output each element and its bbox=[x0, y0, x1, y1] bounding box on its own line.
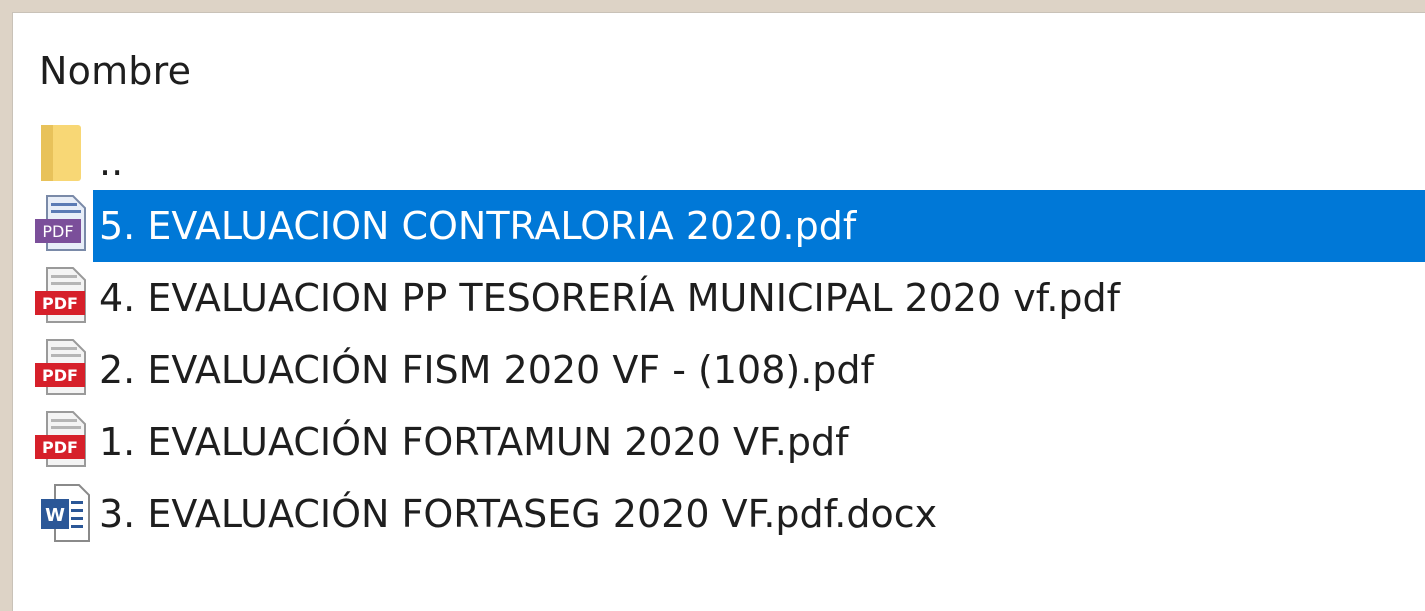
file-name: 1. EVALUACIÓN FORTAMUN 2020 VF.pdf bbox=[99, 420, 849, 464]
file-name: 2. EVALUACIÓN FISM 2020 VF - (108).pdf bbox=[99, 348, 874, 392]
list-item-file[interactable]: PDF 5. EVALUACION CONTRALORIA 2020.pdf bbox=[13, 190, 1425, 262]
pdf-purple-icon: PDF bbox=[31, 195, 93, 257]
svg-text:W: W bbox=[45, 505, 65, 526]
file-list: .. PDF 5. EVALUACION CONTRALORIA 2020.pd… bbox=[13, 118, 1425, 550]
file-list-panel: Nombre .. PDF 5. EVALUACION CONTRALORIA … bbox=[12, 12, 1425, 611]
column-header-nombre[interactable]: Nombre bbox=[39, 49, 191, 93]
list-item-file[interactable]: W 3. EVALUACIÓN FORTASEG 2020 VF.pdf.doc… bbox=[13, 478, 1425, 550]
pdf-red-icon: PDF bbox=[31, 411, 93, 473]
file-name: .. bbox=[99, 140, 124, 184]
folder-icon bbox=[31, 123, 93, 185]
file-name: 4. EVALUACION PP TESORERÍA MUNICIPAL 202… bbox=[99, 276, 1121, 320]
svg-text:PDF: PDF bbox=[42, 222, 73, 241]
pdf-red-icon: PDF bbox=[31, 339, 93, 401]
pdf-red-icon: PDF bbox=[31, 267, 93, 329]
svg-text:PDF: PDF bbox=[42, 438, 78, 457]
list-item-file[interactable]: PDF 1. EVALUACIÓN FORTAMUN 2020 VF.pdf bbox=[13, 406, 1425, 478]
list-item-file[interactable]: PDF 2. EVALUACIÓN FISM 2020 VF - (108).p… bbox=[13, 334, 1425, 406]
file-name: 3. EVALUACIÓN FORTASEG 2020 VF.pdf.docx bbox=[99, 492, 938, 536]
file-name: 5. EVALUACION CONTRALORIA 2020.pdf bbox=[99, 204, 857, 248]
svg-text:PDF: PDF bbox=[42, 366, 78, 385]
list-item-parent-folder[interactable]: .. bbox=[13, 118, 1425, 190]
svg-text:PDF: PDF bbox=[42, 294, 78, 313]
word-doc-icon: W bbox=[31, 483, 93, 545]
list-item-file[interactable]: PDF 4. EVALUACION PP TESORERÍA MUNICIPAL… bbox=[13, 262, 1425, 334]
